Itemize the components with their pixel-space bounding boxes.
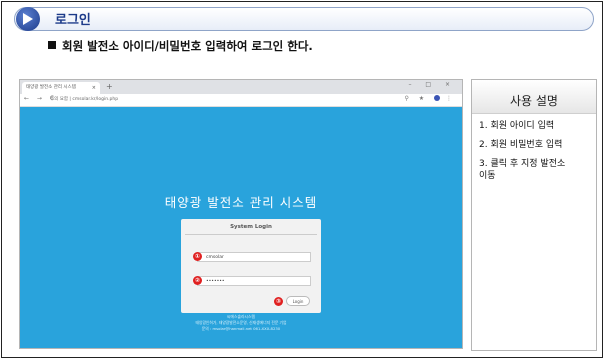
new-tab-icon[interactable]: + — [106, 82, 113, 92]
system-title: 태양광 발전소 관리 시스템 — [164, 195, 318, 210]
profile-icon[interactable] — [434, 95, 441, 101]
login-title: System Login — [230, 224, 272, 230]
address-bar: ← → C 주의 요함 | cmsolar.kr/login.php ⚲ ★ ⋮ — [20, 94, 462, 107]
help-panel: 사용 설명 1. 회원 아이디 입력 2. 회원 비밀번호 입력 3. 클릭 후… — [471, 79, 597, 351]
browser-tab[interactable]: 태양광 발전소 관리 시스템 × — [22, 82, 100, 94]
footer-line-3: 문의 : msolar@hanmail.net 061-XXX-8230 — [201, 326, 281, 331]
password-input[interactable]: ••••••• — [197, 276, 311, 286]
login-box: System Login cmsolar ••••••• ① ② ③ Login — [181, 219, 321, 313]
browser-window: 태양광 발전소 관리 시스템 × + – □ × ← → C 주의 요함 | c… — [19, 79, 463, 349]
tab-bar: 태양광 발전소 관리 시스템 × + – □ × — [20, 80, 462, 94]
login-button[interactable]: Login — [286, 296, 310, 306]
title-banner — [14, 7, 594, 31]
subtitle-text: 회원 발전소 아이디/비밀번호 입력하여 로그인 한다. — [62, 39, 313, 53]
banner-arrow-icon — [16, 7, 40, 31]
help-steps: 1. 회원 아이디 입력 2. 회원 비밀번호 입력 3. 클릭 후 지정 발전… — [479, 120, 590, 189]
tab-title: 태양광 발전소 관리 시스템 — [26, 85, 76, 90]
bullet-square-icon — [48, 41, 56, 49]
url-field[interactable]: 주의 요함 | cmsolar.kr/login.php — [50, 96, 118, 102]
login-page: 태양광 발전소 관리 시스템 System Login cmsolar ••••… — [20, 107, 462, 348]
step-badge-3: ③ — [274, 297, 283, 306]
id-input[interactable]: cmsolar — [197, 252, 311, 262]
help-title: 사용 설명 — [510, 94, 558, 108]
step-badge-2: ② — [193, 276, 202, 285]
page-title: 로그인 — [55, 13, 91, 28]
window-controls[interactable]: – □ × — [408, 81, 456, 88]
tab-close-icon[interactable]: × — [92, 82, 96, 94]
help-step-2: 2. 회원 비밀번호 입력 — [479, 140, 563, 150]
toolbar-icons[interactable]: ⚲ ★ ⋮ — [404, 95, 456, 102]
help-step-3: 3. 클릭 후 지정 발전소 이동 — [479, 159, 566, 181]
subtitle: 회원 발전소 아이디/비밀번호 입력하여 로그인 한다. — [48, 38, 313, 54]
help-step-1: 1. 회원 아이디 입력 — [479, 121, 555, 131]
help-header: 사용 설명 — [472, 80, 596, 114]
step-badge-1: ① — [193, 252, 202, 261]
page-footer: 씨에스솔라시스템 태양광인허가, 태양광발전소운영, 신재생에너지 전문 기업 … — [20, 314, 462, 332]
divider — [185, 234, 317, 235]
